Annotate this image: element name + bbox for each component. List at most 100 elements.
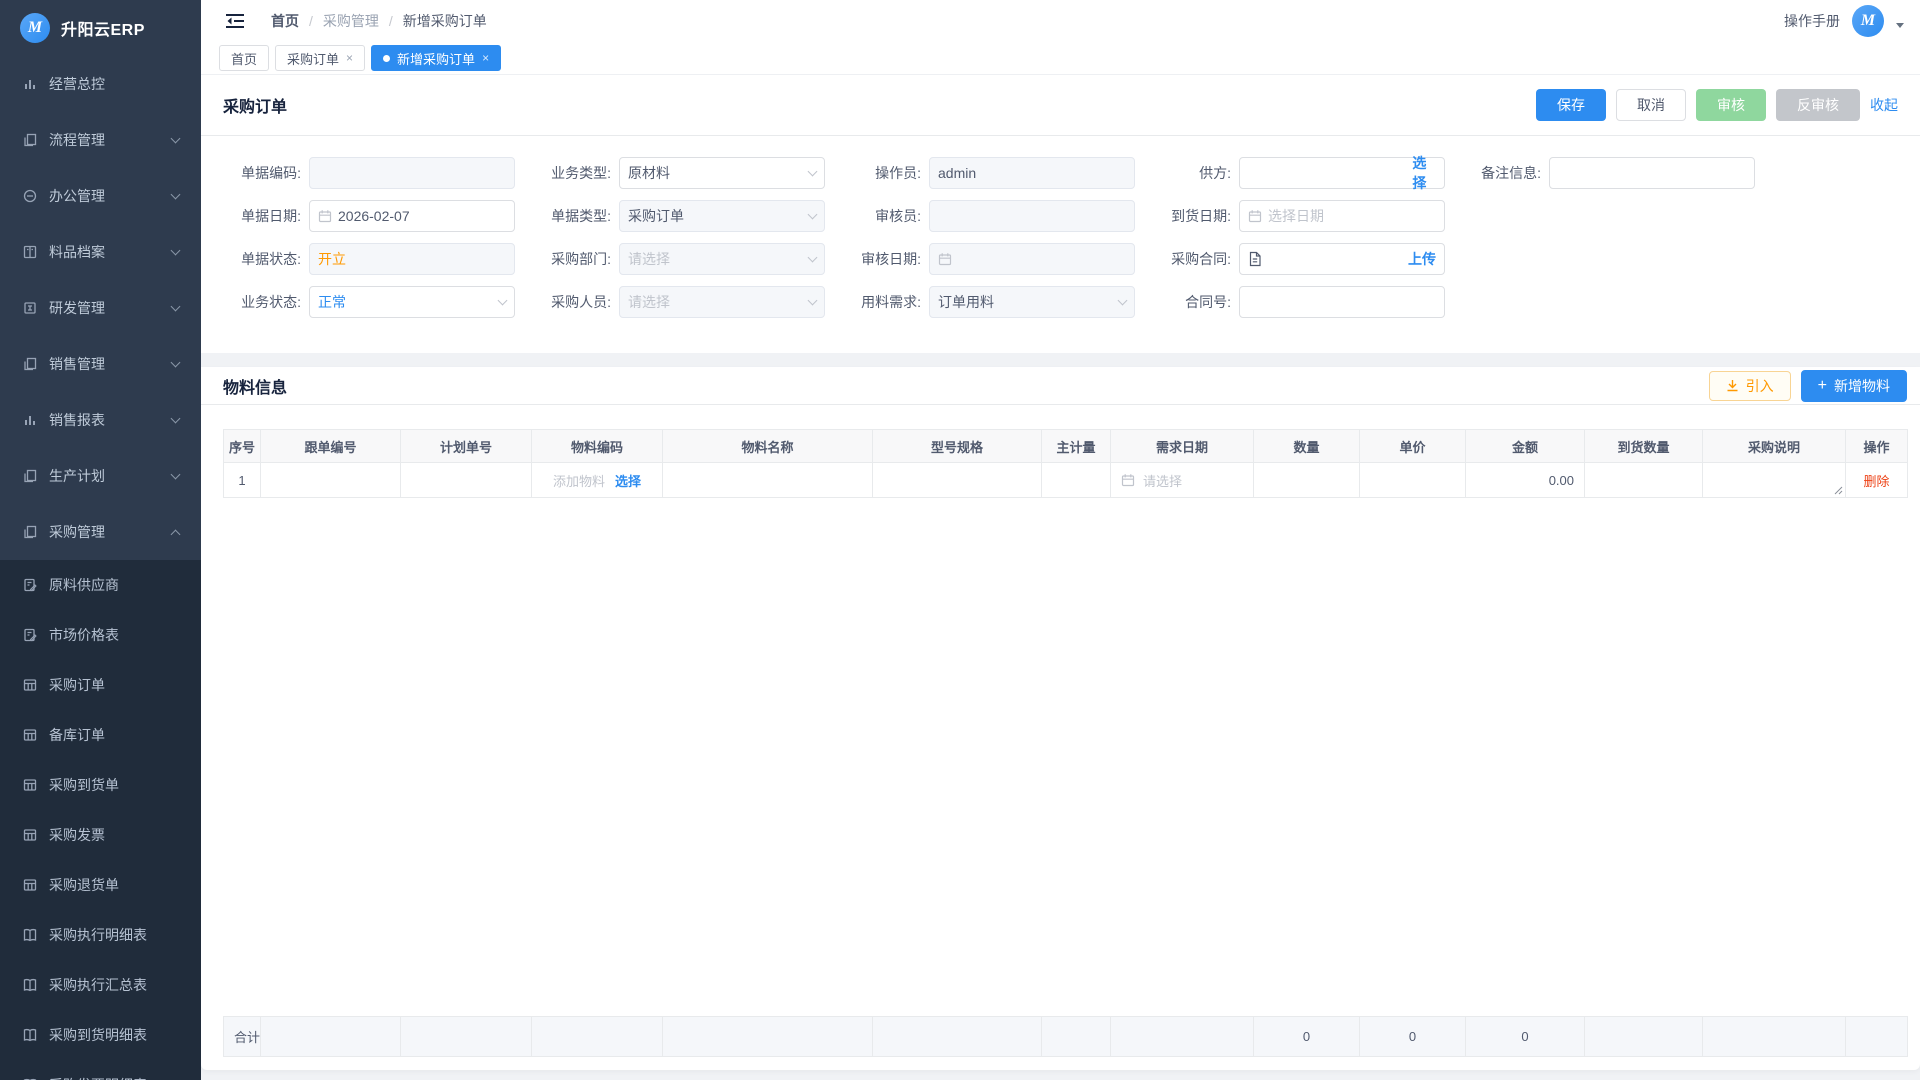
archive-icon [22, 244, 38, 260]
rd-box-icon [22, 300, 38, 316]
purchase-note-cell[interactable] [1703, 463, 1846, 498]
unit-cell [1042, 463, 1111, 498]
chevron-down-icon [171, 358, 181, 368]
book-icon [22, 977, 38, 993]
purchase-contract-label: 采购合同: [1153, 249, 1231, 269]
add-material-button[interactable]: + 新增物料 [1801, 370, 1907, 402]
purchase-order-card: 采购订单 保存 取消 审核 反审核 收起 单据编码: [201, 75, 1920, 353]
amount-cell: 0.00 [1466, 463, 1585, 498]
audit-button: 审核 [1696, 89, 1766, 121]
supplier-select-link[interactable]: 选择 [1412, 153, 1436, 193]
sidebar-fold-icon[interactable] [225, 12, 245, 30]
biz-status-label: 业务状态: [223, 292, 301, 312]
delete-row-link[interactable]: 删除 [1863, 474, 1889, 489]
user-menu-caret-icon[interactable] [1896, 23, 1904, 28]
sidebar-item-raw-supplier[interactable]: 原料供应商 [0, 560, 201, 610]
biz-status-select[interactable]: 正常 [309, 286, 515, 318]
document-icon [1248, 251, 1262, 267]
pages-icon [22, 468, 38, 484]
sidebar-item-stock-order[interactable]: 备库订单 [0, 710, 201, 760]
purchase-dept-label: 采购部门: [533, 249, 611, 269]
close-icon[interactable]: × [482, 52, 489, 64]
doc-date-picker[interactable]: 2026-02-07 [309, 200, 515, 232]
tab-home[interactable]: 首页 [219, 45, 269, 71]
office-icon [22, 188, 38, 204]
cancel-button[interactable]: 取消 [1616, 89, 1686, 121]
tab-new-purchase-order[interactable]: 新增采购订单 × [371, 45, 501, 71]
active-dot-icon [383, 55, 390, 62]
sidebar-item-exec-detail-report[interactable]: 采购执行明细表 [0, 910, 201, 960]
biz-type-select[interactable]: 原材料 [619, 157, 825, 189]
material-name-cell[interactable] [663, 463, 873, 498]
sidebar-item-purchase-return[interactable]: 采购退货单 [0, 860, 201, 910]
plus-icon: + [1818, 378, 1827, 394]
totals-row: 合计 0 0 0 [223, 1016, 1908, 1057]
collapse-link[interactable]: 收起 [1870, 95, 1898, 115]
manual-link[interactable]: 操作手册 [1784, 11, 1840, 31]
sidebar-item-invoice-detail-report[interactable]: 采购发票明细表 [0, 1060, 201, 1080]
breadcrumb-home[interactable]: 首页 [271, 11, 299, 31]
doc-code-field [309, 157, 515, 189]
sidebar-item-arrival-order[interactable]: 采购到货单 [0, 760, 201, 810]
model-spec-cell[interactable] [873, 463, 1042, 498]
sidebar-item-office[interactable]: 办公管理 [0, 168, 201, 224]
app-title: 升阳云ERP [61, 16, 145, 40]
tab-purchase-order[interactable]: 采购订单 × [275, 45, 365, 71]
chevron-down-icon [1118, 295, 1128, 305]
calendar-icon [318, 209, 332, 223]
price-total: 0 [1360, 1017, 1466, 1057]
contract-no-field[interactable] [1239, 286, 1445, 318]
logo-icon: M [20, 13, 50, 43]
auditor-label: 审核员: [843, 206, 921, 226]
close-icon[interactable]: × [346, 52, 353, 64]
supplier-label: 供方: [1153, 163, 1231, 183]
price-cell[interactable] [1360, 463, 1466, 498]
sidebar-item-market-price[interactable]: 市场价格表 [0, 610, 201, 660]
calendar-icon [1248, 209, 1262, 223]
qty-cell[interactable] [1254, 463, 1360, 498]
resize-handle-icon[interactable] [1834, 486, 1843, 495]
sidebar-item-purchase-order[interactable]: 采购订单 [0, 660, 201, 710]
sidebar-item-dashboard[interactable]: 经营总控 [0, 56, 201, 112]
doc-status-label: 单据状态: [223, 249, 301, 269]
supplier-field[interactable]: 选择 [1239, 157, 1445, 189]
chevron-down-icon [171, 134, 181, 144]
contract-upload-link[interactable]: 上传 [1408, 249, 1436, 269]
sidebar-item-production-plan[interactable]: 生产计划 [0, 448, 201, 504]
order-no-cell[interactable] [261, 463, 401, 498]
page-title: 采购订单 [223, 93, 287, 117]
sidebar-item-sales[interactable]: 销售管理 [0, 336, 201, 392]
material-select-link[interactable]: 选择 [615, 471, 641, 490]
calendar-icon [1121, 473, 1135, 487]
sidebar-item-material-archive[interactable]: 料品档案 [0, 224, 201, 280]
purchase-contract-field[interactable]: 上传 [1239, 243, 1445, 275]
sidebar-item-arrival-detail-report[interactable]: 采购到货明细表 [0, 1010, 201, 1060]
arrival-date-picker[interactable]: 选择日期 [1239, 200, 1445, 232]
qty-total: 0 [1254, 1017, 1360, 1057]
bar-chart-icon [22, 76, 38, 92]
avatar[interactable]: M [1852, 5, 1884, 37]
chevron-down-icon [171, 302, 181, 312]
calendar-icon [938, 252, 952, 266]
breadcrumb-purchase[interactable]: 采购管理 [323, 11, 379, 31]
table-icon [22, 877, 38, 893]
arrival-qty-cell [1585, 463, 1703, 498]
save-button[interactable]: 保存 [1536, 89, 1606, 121]
sidebar-item-sales-report[interactable]: 销售报表 [0, 392, 201, 448]
sidebar-item-exec-summary-report[interactable]: 采购执行汇总表 [0, 960, 201, 1010]
sidebar-item-purchase[interactable]: 采购管理 [0, 504, 201, 560]
sidebar-item-process[interactable]: 流程管理 [0, 112, 201, 168]
remark-field[interactable] [1549, 157, 1755, 189]
demand-date-cell[interactable]: 请选择 [1111, 463, 1254, 498]
material-code-cell[interactable]: 添加物料 选择 [532, 463, 663, 498]
status-badge: 开立 [318, 249, 346, 269]
import-button[interactable]: 引入 [1709, 371, 1791, 401]
doc-date-label: 单据日期: [223, 206, 301, 226]
sidebar-item-purchase-invoice[interactable]: 采购发票 [0, 810, 201, 860]
doc-status-field: 开立 [309, 243, 515, 275]
chevron-down-icon [498, 295, 508, 305]
chevron-down-icon [171, 470, 181, 480]
sidebar-item-rd[interactable]: 研发管理 [0, 280, 201, 336]
chevron-down-icon [808, 295, 818, 305]
plan-no-cell[interactable] [401, 463, 532, 498]
